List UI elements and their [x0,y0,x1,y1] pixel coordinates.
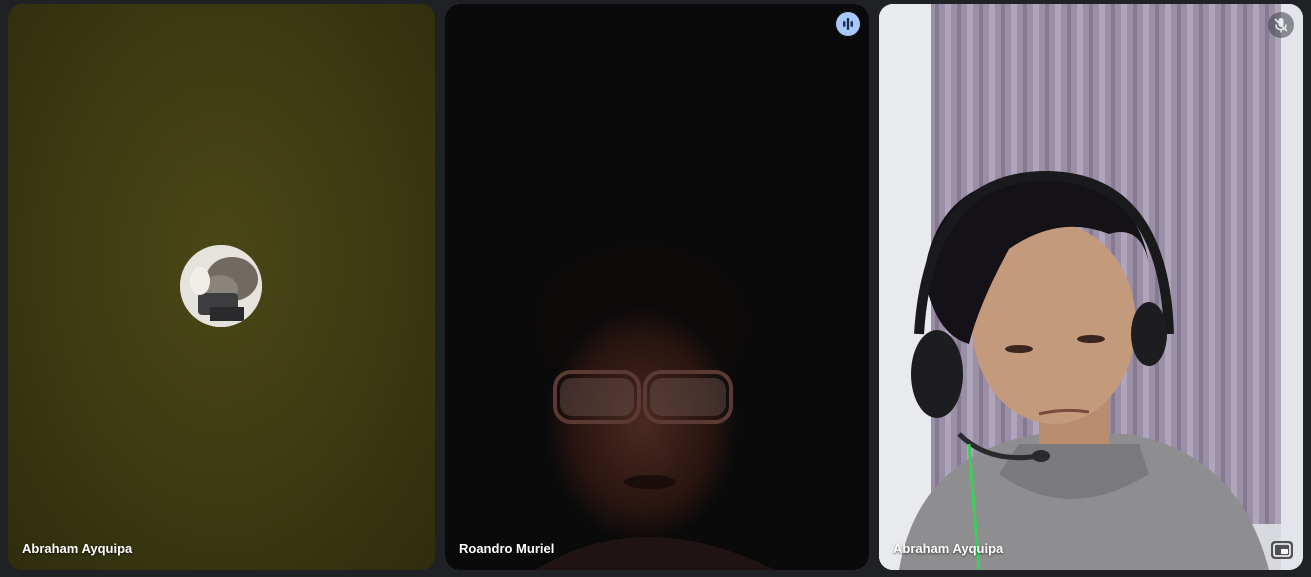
profile-photo-icon [180,245,262,327]
participant-grid: Abraham Ayquipa Roandro Muriel Abraham A… [0,0,1311,577]
participant-name-label: Abraham Ayquipa [22,541,133,556]
participant-name-label: Abraham Ayquipa [893,541,1004,556]
video-feed [879,4,1303,570]
picture-in-picture-icon[interactable] [1271,541,1293,559]
participant-tile-2[interactable]: Roandro Muriel [445,4,869,570]
participant-tile-3[interactable]: Abraham Ayquipa [879,4,1303,570]
mic-off-icon [1268,12,1294,38]
audio-level-icon [836,12,860,36]
participant-name-label: Roandro Muriel [459,541,555,556]
participant-tile-1[interactable]: Abraham Ayquipa [8,4,435,570]
video-feed [445,4,869,570]
